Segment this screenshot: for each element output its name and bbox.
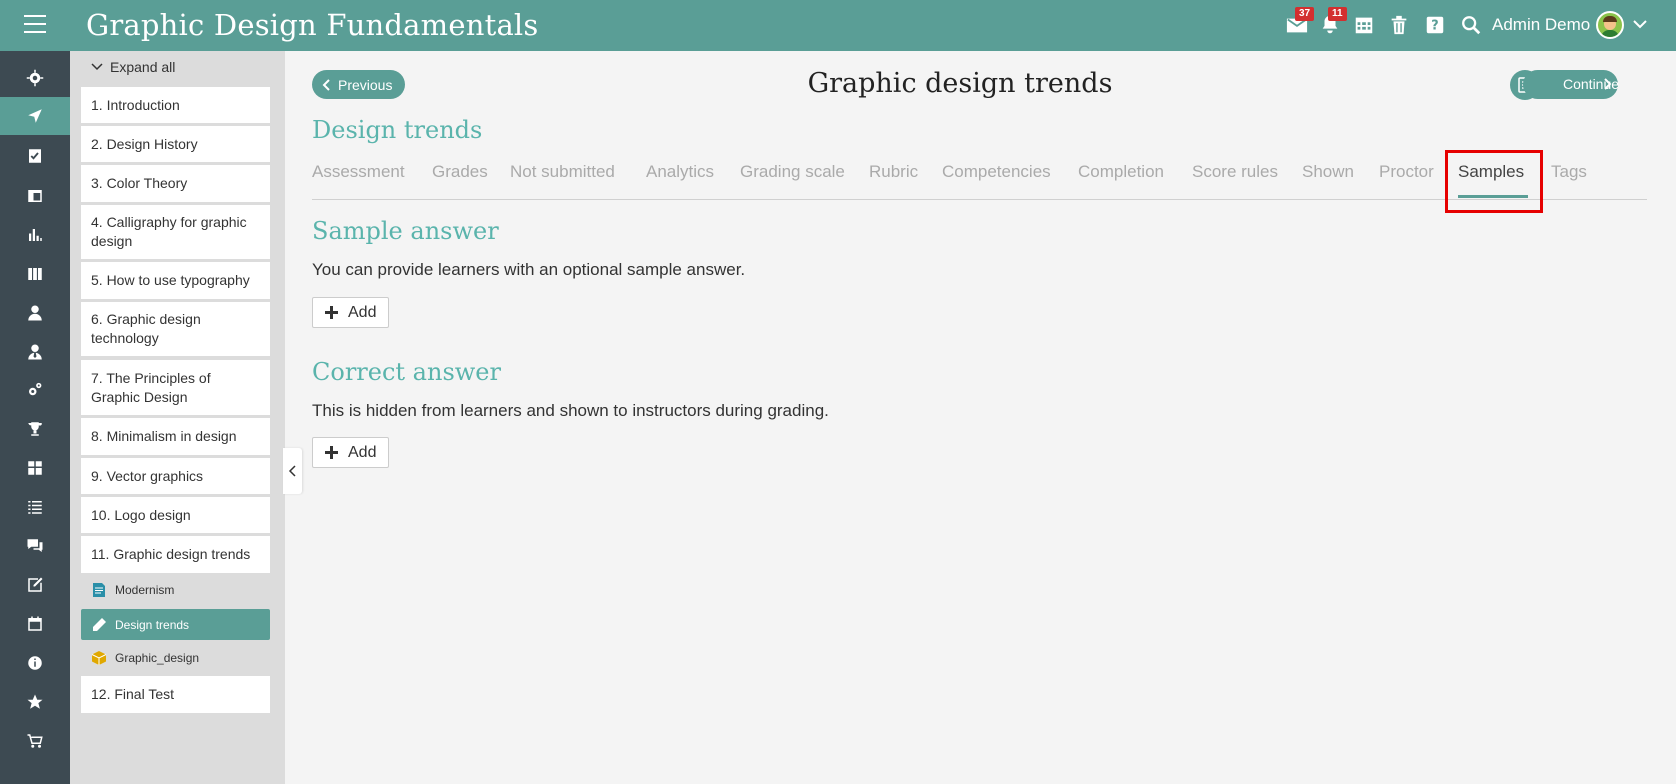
top-bar: Graphic Design Fundamentals 37 11 ? Admi… — [0, 0, 1676, 51]
chevron-left-icon — [322, 78, 330, 91]
page-title: Graphic design trends — [807, 68, 1113, 99]
add-label: Add — [348, 443, 377, 461]
instructor-icon[interactable] — [0, 333, 70, 371]
tab-assessment[interactable]: Assessment — [312, 162, 405, 182]
trophy-icon[interactable] — [0, 410, 70, 448]
groups-icon[interactable] — [0, 449, 70, 487]
star-icon[interactable] — [0, 683, 70, 721]
chevron-down-icon — [91, 63, 103, 71]
edit-icon[interactable] — [0, 566, 70, 604]
chapter-item[interactable]: 1. Introduction — [81, 87, 270, 123]
search-icon[interactable] — [1460, 14, 1482, 36]
svg-text:?: ? — [1431, 19, 1438, 34]
subitem-label: Modernism — [115, 583, 175, 597]
chapter-item[interactable]: 5. How to use typography — [81, 262, 270, 299]
previous-label: Previous — [338, 76, 393, 93]
previous-button[interactable]: Previous — [312, 70, 405, 99]
subitem-design-trends[interactable]: Design trends — [81, 609, 270, 640]
chapter-item[interactable]: 8. Minimalism in design — [81, 418, 270, 455]
subitem-label: Design trends — [115, 617, 190, 632]
messages-badge: 37 — [1295, 7, 1315, 21]
user-icon[interactable] — [0, 294, 70, 332]
tab-grades[interactable]: Grades — [432, 162, 488, 182]
expand-all-button[interactable]: Expand all — [90, 59, 175, 75]
sample-answer-description: You can provide learners with an optiona… — [312, 260, 746, 279]
cart-icon[interactable] — [0, 722, 70, 760]
plus-icon — [325, 446, 338, 459]
add-label: Add — [348, 303, 377, 321]
tab-rubric[interactable]: Rubric — [869, 162, 918, 182]
library-icon[interactable] — [0, 255, 70, 293]
chat-icon[interactable] — [0, 527, 70, 565]
tab-not-submitted[interactable]: Not submitted — [510, 162, 615, 182]
tab-analytics[interactable]: Analytics — [646, 162, 714, 182]
list-icon[interactable] — [0, 488, 70, 526]
gears-icon[interactable] — [0, 371, 70, 409]
correct-answer-description: This is hidden from learners and shown t… — [312, 401, 829, 420]
settings-icon[interactable] — [0, 59, 70, 97]
layout-icon[interactable] — [0, 177, 70, 215]
continue-button[interactable]: Continue — [1523, 70, 1619, 99]
bell-icon[interactable]: 11 — [1319, 7, 1347, 36]
calendar-icon[interactable] — [1353, 14, 1375, 36]
calendar-rail-icon[interactable] — [0, 605, 70, 643]
tab-score-rules[interactable]: Score rules — [1192, 162, 1278, 182]
subitem-graphic-design[interactable]: Graphic_design — [81, 643, 270, 673]
subitem-modernism[interactable]: Modernism — [81, 575, 270, 605]
chapter-item[interactable]: 2. Design History — [81, 126, 270, 162]
menu-icon[interactable] — [24, 15, 46, 35]
chapter-item[interactable]: 6. Graphic design technology — [81, 302, 270, 356]
tab-tags[interactable]: Tags — [1551, 162, 1587, 182]
chevron-down-icon[interactable] — [1632, 16, 1648, 32]
plus-icon — [325, 306, 338, 319]
tab-shown[interactable]: Shown — [1302, 162, 1354, 182]
chapter-item[interactable]: 11. Graphic design trends — [81, 536, 270, 573]
trash-icon[interactable] — [1388, 14, 1410, 36]
app-title: Graphic Design Fundamentals — [86, 8, 539, 42]
chevron-left-icon — [288, 465, 296, 477]
messages-icon[interactable]: 37 — [1286, 7, 1315, 36]
chapter-item[interactable]: 7. The Principles of Graphic Design — [81, 360, 270, 415]
course-outline: Expand all 1. Introduction 2. Design His… — [70, 51, 285, 784]
document-icon — [93, 583, 105, 597]
chapter-item[interactable]: 9. Vector graphics — [81, 458, 270, 494]
info-icon[interactable] — [0, 644, 70, 682]
tab-grading-scale[interactable]: Grading scale — [740, 162, 845, 182]
highlight-box — [1445, 150, 1543, 213]
collapse-panel-button[interactable] — [283, 448, 302, 494]
sample-answer-title: Sample answer — [312, 217, 499, 245]
chapter-item[interactable]: 3. Color Theory — [81, 165, 270, 202]
add-sample-answer-button[interactable]: Add — [312, 297, 389, 328]
notifications-badge: 11 — [1328, 7, 1347, 21]
expand-all-label: Expand all — [110, 59, 176, 75]
tab-competencies[interactable]: Competencies — [942, 162, 1051, 182]
nav-rail — [0, 51, 70, 784]
correct-answer-title: Correct answer — [312, 358, 501, 386]
pencil-icon — [93, 617, 106, 631]
navigate-icon[interactable] — [0, 97, 70, 135]
package-icon — [91, 651, 107, 665]
user-name[interactable]: Admin Demo — [1492, 15, 1590, 35]
avatar[interactable] — [1596, 11, 1624, 39]
chevron-right-icon — [1604, 78, 1612, 90]
task-icon[interactable] — [0, 137, 70, 175]
tab-completion[interactable]: Completion — [1078, 162, 1164, 182]
chapter-item[interactable]: 12. Final Test — [81, 676, 270, 713]
section-title: Design trends — [312, 116, 483, 144]
chapter-item[interactable]: 10. Logo design — [81, 497, 270, 533]
subitem-label: Graphic_design — [115, 651, 200, 665]
chart-icon[interactable] — [0, 216, 70, 254]
add-correct-answer-button[interactable]: Add — [312, 437, 389, 468]
help-icon[interactable]: ? — [1424, 14, 1446, 36]
tab-proctor[interactable]: Proctor — [1379, 162, 1434, 182]
chapter-item[interactable]: 4. Calligraphy for graphic design — [81, 205, 270, 259]
